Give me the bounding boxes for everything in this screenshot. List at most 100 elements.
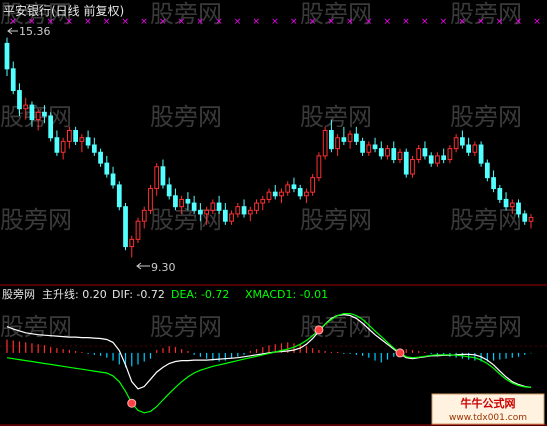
signal-dot (395, 348, 405, 358)
candle-body (297, 188, 303, 197)
candle-body (85, 137, 91, 146)
candle-body (416, 148, 422, 161)
signal-cross: × (84, 17, 92, 27)
watermark-text: 股旁网 (450, 103, 522, 131)
signal-cross: × (421, 17, 429, 27)
signal-cross: × (140, 17, 148, 27)
candle-body (67, 129, 72, 142)
candle-body (54, 137, 60, 153)
signal-cross: × (515, 17, 523, 27)
candle-body (229, 213, 234, 222)
signal-cross: × (103, 17, 111, 27)
candle-body (104, 162, 110, 175)
signal-cross: × (9, 17, 17, 27)
watermark-text: 股旁网 (450, 206, 522, 234)
candle-body (17, 90, 22, 110)
candle-body (185, 198, 191, 204)
signal-cross: × (159, 17, 167, 27)
candle-body (110, 173, 116, 186)
candle (403, 148, 409, 178)
candle (478, 141, 484, 167)
candle-body (304, 191, 309, 197)
candle (148, 184, 153, 214)
watermark-text: 股旁网 (150, 313, 222, 341)
candle-body (179, 198, 185, 208)
dif-value: DIF: -0.72 (112, 288, 165, 301)
candle-body (391, 148, 397, 161)
candle (410, 155, 415, 178)
candle (316, 152, 322, 182)
candle-body (291, 184, 297, 190)
candle-body (422, 148, 428, 157)
candle (123, 203, 128, 251)
signal-cross: × (65, 17, 73, 27)
candle-body (503, 198, 509, 208)
candle-body (478, 144, 484, 164)
candle-body (166, 184, 172, 197)
candle (48, 112, 54, 142)
candle-body (48, 115, 54, 139)
candle-body (241, 206, 247, 215)
signal-cross: × (384, 17, 392, 27)
signal-cross: × (253, 17, 261, 27)
signal-cross: × (496, 17, 504, 27)
candle-body (135, 220, 141, 240)
candle-body (310, 177, 316, 193)
candle-body (91, 144, 97, 153)
candle-body (403, 151, 409, 175)
watermark-text: 股旁网 (300, 206, 372, 234)
candle-body (173, 195, 178, 208)
candle-body (453, 137, 459, 150)
signal-dot (127, 398, 137, 408)
xmacd-value: XMACD1: -0.01 (245, 288, 328, 301)
signal-cross: × (458, 17, 466, 27)
signal-cross: × (215, 17, 223, 27)
candle-body (435, 155, 440, 164)
signal-cross: × (234, 17, 242, 27)
candle-body (60, 140, 66, 153)
candle (310, 174, 316, 196)
candle-body (23, 104, 29, 110)
candle-body (204, 209, 209, 215)
candle-body (497, 188, 503, 200)
candle-body (466, 144, 471, 153)
candle-body (260, 198, 266, 204)
signal-cross: × (477, 17, 485, 27)
candle (135, 217, 141, 243)
watermark-text: 股旁网 (450, 313, 522, 341)
signal-dot (314, 325, 324, 335)
brand-name: 牛牛公式网 (461, 396, 516, 410)
candle-body (484, 162, 490, 179)
candle-body (285, 184, 291, 193)
candle-body (335, 137, 340, 150)
candle-body (353, 133, 359, 142)
candle-body (98, 151, 103, 164)
candle-body (73, 129, 78, 142)
chart-title: 平安银行(日线 前复权) (3, 3, 124, 18)
candle-body (397, 151, 403, 161)
candle-body (447, 148, 453, 161)
dea-value: DEA: -0.72 (171, 288, 229, 301)
candle-body (491, 177, 496, 190)
candle-body (460, 137, 465, 146)
candle-body (516, 202, 521, 215)
signal-cross: × (122, 17, 130, 27)
candle-body (79, 137, 85, 142)
candle-body (216, 202, 222, 211)
candle-body (509, 202, 515, 208)
candle-body (347, 133, 353, 142)
candle-body (191, 202, 197, 211)
candle-body (129, 238, 135, 248)
candle-body (148, 188, 153, 211)
signal-cross: × (196, 17, 204, 27)
indicator-name: 股旁网 (2, 287, 35, 301)
candle-body (42, 111, 47, 117)
candle-body (198, 209, 203, 215)
candle-body (428, 155, 434, 164)
candle-body (322, 129, 328, 157)
candle-body (366, 144, 372, 153)
signal-cross: × (346, 17, 354, 27)
candle-body (385, 148, 390, 157)
candle-body (123, 206, 128, 248)
top-signal-markers: × × × × × × × × × × × × × × × × × × × × × × × × × × × × × (9, 17, 541, 27)
